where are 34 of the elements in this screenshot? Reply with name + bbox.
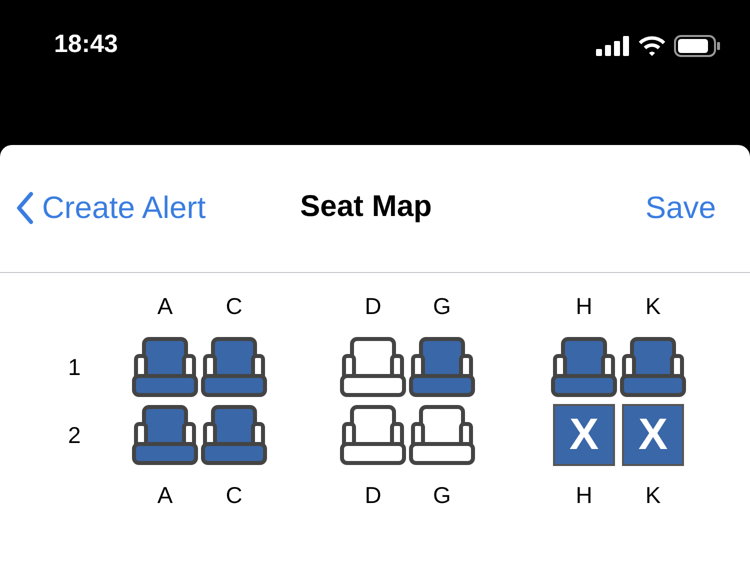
wifi-icon (638, 36, 666, 56)
occupied-seat-icon[interactable] (409, 336, 475, 398)
available-seat-icon[interactable] (340, 336, 406, 398)
occupied-seat-icon[interactable] (551, 336, 617, 398)
column-letter: D (364, 482, 382, 509)
battery-icon (674, 35, 720, 57)
row-number: 2 (67, 422, 81, 448)
occupied-seat-icon[interactable] (132, 336, 198, 398)
column-letter: C (226, 293, 242, 320)
column-letter: K (645, 482, 661, 509)
available-seat-icon[interactable] (409, 404, 475, 466)
column-letter: D (364, 293, 382, 320)
column-letter: C (226, 482, 242, 509)
blocked-seat: X (622, 404, 684, 466)
chevron-icon (16, 191, 34, 225)
column-letter: G (433, 482, 451, 509)
available-seat-icon[interactable] (340, 404, 406, 466)
occupied-seat-icon[interactable] (201, 404, 267, 466)
column-letter: A (157, 293, 173, 320)
column-letter: K (645, 293, 661, 320)
row-number: 1 (67, 354, 81, 380)
column-letter: H (576, 293, 592, 320)
occupied-seat-icon[interactable] (132, 404, 198, 466)
signal-icon (596, 36, 630, 56)
column-letter: H (576, 482, 592, 509)
occupied-seat-icon[interactable] (201, 336, 267, 398)
save-link[interactable]: Save (645, 190, 716, 226)
status-time: 18:43 (54, 30, 118, 59)
page-title: Seat Map (300, 190, 432, 224)
column-letter: G (433, 293, 451, 320)
occupied-seat-icon[interactable] (620, 336, 686, 398)
back-link[interactable]: Create Alert (16, 190, 206, 226)
blocked-seat: X (553, 404, 615, 466)
column-letter: A (157, 482, 173, 509)
